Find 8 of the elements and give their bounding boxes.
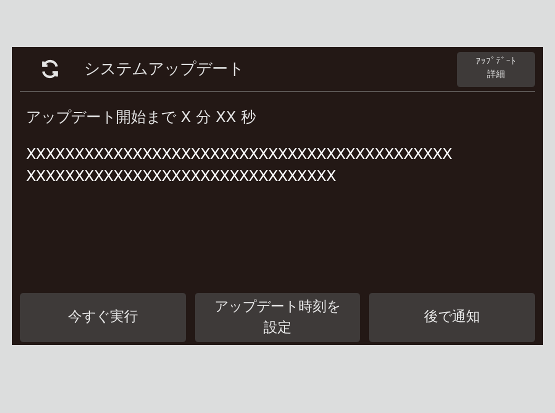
action-button[interactable]: アップデート時刻を 設定 xyxy=(194,293,360,342)
screen-title: システムアップデート xyxy=(84,58,245,80)
action-button[interactable]: 後で通知 xyxy=(369,293,536,342)
update-message: XXXXXXXXXXXXXXXXXXXXXXXXXXXXXXXXXXXXXXXXXXXX XXXXXXXXXXXXXXXXXXXXXXXXXXXXXXXX xyxy=(26,144,453,186)
action-button[interactable]: 今すぐ実行 xyxy=(20,293,186,342)
refresh-icon xyxy=(40,59,60,79)
countdown-text: アップデート開始まで X 分 XX 秒 xyxy=(26,107,257,128)
update-details-button[interactable]: ｱｯﾌﾟﾃﾞｰﾄ 詳細 xyxy=(457,52,535,86)
